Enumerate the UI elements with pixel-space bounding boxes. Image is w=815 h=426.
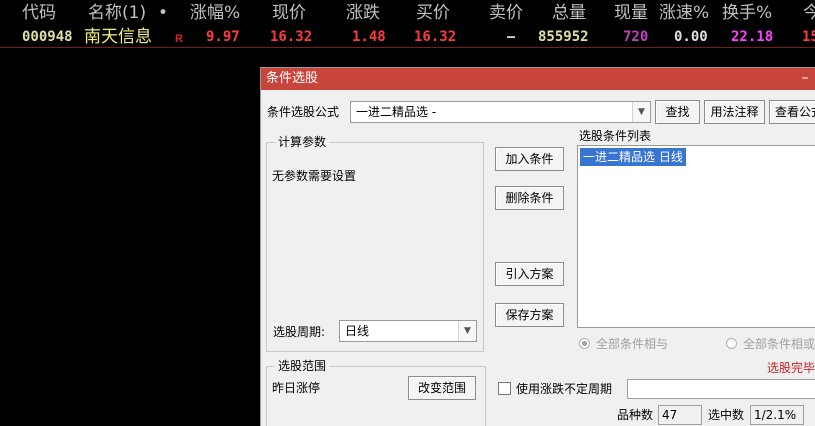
view-formula-button[interactable]: 查看公式 — [769, 100, 815, 124]
cell-change-pct: 9.97 — [206, 29, 240, 45]
chevron-down-icon[interactable]: ▼ — [632, 102, 650, 122]
chevron-down-icon[interactable]: ▼ — [458, 321, 476, 341]
stock-count-label: 品种数 — [617, 408, 654, 422]
cell-bid: 16.32 — [414, 29, 457, 45]
radio-all-and[interactable]: 全部条件相与 — [579, 336, 668, 352]
radio-all-or-label: 全部条件相或 — [743, 337, 815, 351]
period-select[interactable]: 日线 ▼ — [339, 320, 477, 342]
radio-all-or[interactable]: 全部条件相或 — [726, 336, 815, 352]
header-speed-pct[interactable]: 涨速% — [659, 2, 709, 24]
cell-price: 16.32 — [270, 29, 313, 45]
header-turnover-pct[interactable]: 换手% — [722, 2, 772, 24]
save-plan-button[interactable]: 保存方案 — [495, 303, 564, 327]
cell-speed-pct: 0.00 — [674, 29, 708, 45]
delete-condition-button[interactable]: 删除条件 — [495, 186, 564, 210]
quote-table: 代码 名称(1) • 涨幅% 现价 涨跌 买价 卖价 总量 现量 涨速% 换手%… — [0, 0, 815, 48]
status-text: 选股完毕 — [767, 361, 815, 375]
header-change[interactable]: 涨跌 — [346, 2, 380, 24]
stock-count-value: 47 — [658, 405, 702, 425]
cell-last-volume: 720 — [623, 29, 649, 45]
dialog-titlebar[interactable]: 条件选股 – — [261, 68, 815, 90]
condition-list[interactable]: 一进二精品选 日线 — [577, 145, 815, 328]
formula-select[interactable]: 一进二精品选 - ▼ — [350, 101, 651, 123]
cell-ask: – — [507, 29, 516, 45]
minimize-icon[interactable]: – — [797, 70, 813, 86]
range-value: 昨日涨停 — [272, 381, 321, 395]
quote-separator — [0, 47, 815, 48]
cell-code: 000948 — [22, 29, 73, 45]
header-code[interactable]: 代码 — [22, 2, 56, 24]
header-ask[interactable]: 卖价 — [489, 2, 523, 24]
import-plan-button[interactable]: 引入方案 — [495, 262, 564, 286]
params-group: 计算参数 无参数需要设置 选股周期: 日线 ▼ — [266, 134, 484, 352]
indeterminate-period-checkbox[interactable] — [498, 382, 511, 395]
selected-count-label: 选中数 — [708, 408, 745, 422]
change-range-button[interactable]: 改变范围 — [408, 376, 476, 400]
cell-change: 1.48 — [352, 29, 386, 45]
header-dot[interactable]: • — [158, 2, 168, 24]
period-label: 选股周期: — [273, 325, 326, 339]
params-text: 无参数需要设置 — [272, 169, 357, 183]
cell-today-open: 15 — [802, 29, 815, 45]
header-bid[interactable]: 买价 — [416, 2, 450, 24]
add-condition-button[interactable]: 加入条件 — [495, 147, 564, 171]
dialog-title: 条件选股 — [266, 71, 319, 86]
usage-notes-button[interactable]: 用法注释 — [704, 100, 765, 124]
formula-select-value: 一进二精品选 - — [356, 105, 437, 119]
indeterminate-period-label: 使用涨跌不定周期 — [516, 382, 613, 396]
header-change-pct[interactable]: 涨幅% — [190, 2, 240, 24]
range-group-title: 选股范围 — [275, 358, 330, 374]
header-volume[interactable]: 总量 — [552, 2, 586, 24]
find-button[interactable]: 查找 — [655, 100, 700, 124]
header-name[interactable]: 名称(1) — [88, 2, 146, 24]
stock-screener-dialog: 条件选股 – 条件选股公式 一进二精品选 - ▼ 查找 用法注释 查看公式 计算… — [260, 67, 815, 426]
cell-name: 南天信息 — [84, 27, 152, 47]
quote-row[interactable]: 000948 南天信息 R 9.97 16.32 1.48 16.32 – 85… — [0, 26, 815, 48]
quote-header-row: 代码 名称(1) • 涨幅% 现价 涨跌 买价 卖价 总量 现量 涨速% 换手%… — [0, 2, 815, 24]
header-price[interactable]: 现价 — [272, 2, 306, 24]
cell-turnover-pct: 22.18 — [731, 29, 774, 45]
params-group-title: 计算参数 — [275, 134, 330, 150]
selected-count-value: 1/2.1% — [750, 405, 804, 425]
period-select-value: 日线 — [345, 324, 370, 338]
formula-label: 条件选股公式 — [267, 105, 340, 119]
header-last-volume[interactable]: 现量 — [614, 2, 648, 24]
cell-volume: 855952 — [538, 29, 589, 45]
condition-list-label: 选股条件列表 — [579, 129, 652, 143]
radio-all-and-label: 全部条件相与 — [596, 337, 669, 351]
radio-unselected-icon[interactable] — [726, 338, 737, 349]
condition-list-item[interactable]: 一进二精品选 日线 — [580, 148, 686, 166]
radio-selected-icon[interactable] — [579, 338, 590, 349]
header-today-open[interactable]: 今 — [803, 2, 815, 24]
range-group: 选股范围 昨日涨停 改变范围 — [266, 358, 486, 426]
indeterminate-period-input[interactable] — [627, 379, 815, 399]
